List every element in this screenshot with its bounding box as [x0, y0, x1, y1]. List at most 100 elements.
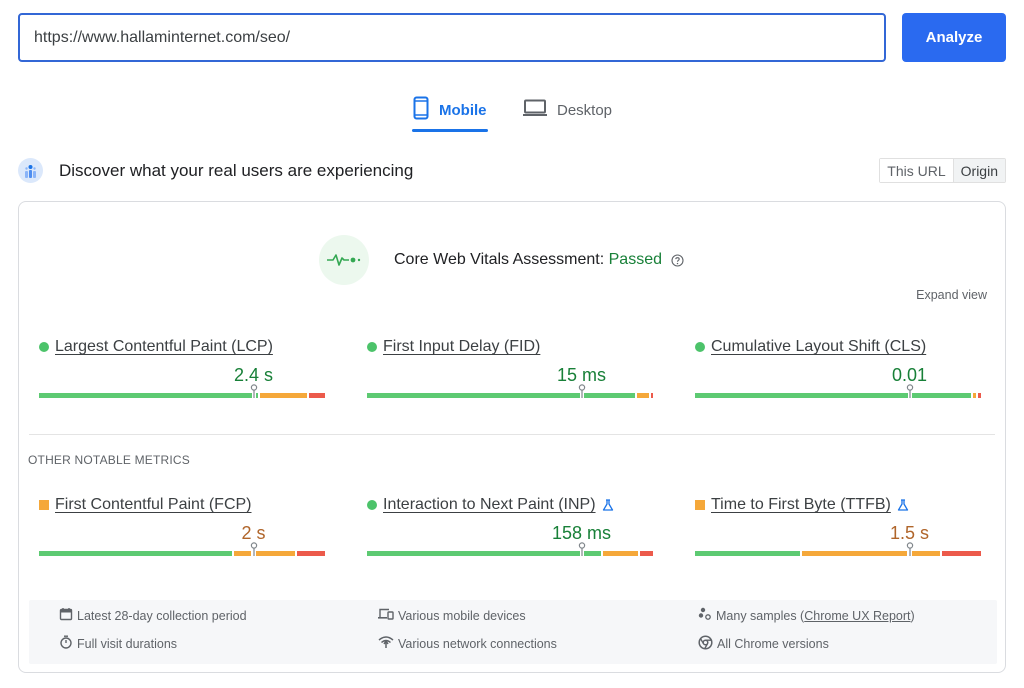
- bar-segment-poor: [308, 393, 325, 398]
- pulse-icon: [319, 235, 369, 285]
- bar-segment-needs-improvement: [260, 393, 307, 398]
- bar-segment-needs-improvement: [255, 551, 296, 556]
- expand-view-link[interactable]: Expand view: [916, 288, 987, 302]
- info-chrome-versions: All Chrome versions: [698, 635, 829, 653]
- metric-fcp: First Contentful Paint (FCP) 2 s: [39, 495, 325, 575]
- bar-segment-poor: [651, 393, 653, 398]
- stopwatch-icon: [59, 635, 73, 652]
- metric-label-row: First Contentful Paint (FCP): [39, 495, 252, 515]
- metric-name-link[interactable]: First Input Delay (FID): [383, 338, 540, 356]
- average-square-icon: [695, 500, 705, 510]
- url-input[interactable]: [18, 13, 886, 62]
- bar-segment-poor: [639, 551, 653, 556]
- bar-segment-poor: [977, 393, 981, 398]
- good-dot-icon: [367, 500, 377, 510]
- percentile-marker-icon: [906, 542, 913, 556]
- metric-value: 1.5 s: [889, 523, 930, 543]
- chrome-icon: [698, 635, 713, 653]
- info-text: Full visit durations: [77, 636, 178, 651]
- bar-segment-good: [911, 393, 972, 398]
- bar-segment-poor: [941, 551, 981, 556]
- metric-label-row: Cumulative Layout Shift (CLS): [695, 337, 926, 357]
- metric-name-link[interactable]: Largest Contentful Paint (LCP): [55, 338, 273, 356]
- cwv-assessment-status: Passed: [608, 251, 662, 268]
- percentile-marker-icon: [578, 542, 585, 556]
- toggle-origin[interactable]: Origin: [952, 159, 1005, 182]
- bar-segment-needs-improvement: [602, 551, 638, 556]
- metric-lcp: Largest Contentful Paint (LCP) 2.4 s: [39, 337, 325, 417]
- bar-segment-good: [583, 551, 601, 556]
- metric-value: 15 ms: [556, 365, 607, 385]
- distribution-bar: [695, 384, 981, 398]
- percentile-marker-icon: [250, 542, 257, 556]
- tab-mobile-label: Mobile: [439, 101, 487, 119]
- bar-segment-good: [695, 551, 800, 556]
- url-form: Analyze: [18, 13, 1006, 62]
- metric-name-link[interactable]: Time to First Byte (TTFB): [711, 496, 891, 514]
- distribution-bar: [39, 384, 325, 398]
- metric-inp: Interaction to Next Paint (INP) 158 ms: [367, 495, 653, 575]
- bar-segment-needs-improvement: [636, 393, 650, 398]
- bar-segment-needs-improvement: [973, 393, 976, 398]
- section-divider: [29, 434, 995, 435]
- bar-segment-good: [367, 393, 580, 398]
- scope-toggle: This URL Origin: [879, 158, 1006, 183]
- info-collection-period: Latest 28-day collection period: [59, 607, 247, 624]
- good-dot-icon: [39, 342, 49, 352]
- cwv-assessment: Core Web Vitals Assessment: Passed: [319, 235, 684, 285]
- collection-info: Latest 28-day collection period Full vis…: [29, 600, 997, 664]
- field-data-header: Discover what your real users are experi…: [18, 156, 1006, 186]
- info-samples: Many samples (Chrome UX Report): [698, 607, 915, 624]
- metric-value: 0.01: [891, 365, 928, 385]
- device-tabs: Mobile Desktop: [0, 88, 1024, 134]
- smartphone-icon: [413, 96, 429, 124]
- distribution-bar: [695, 542, 981, 556]
- section-title: Discover what your real users are experi…: [59, 161, 414, 180]
- chrome-ux-report-link[interactable]: Chrome UX Report: [804, 609, 910, 623]
- bar-segment-good: [367, 551, 580, 556]
- cwv-assessment-label: Core Web Vitals Assessment:: [394, 251, 605, 268]
- info-text: Latest 28-day collection period: [77, 608, 247, 623]
- good-dot-icon: [367, 342, 377, 352]
- samples-icon: [698, 607, 712, 624]
- bar-segment-good: [39, 551, 233, 556]
- bar-segment-good: [695, 393, 908, 398]
- toggle-this-url[interactable]: This URL: [880, 159, 953, 182]
- other-metrics-title: OTHER NOTABLE METRICS: [28, 453, 190, 467]
- cwv-assessment-text: Core Web Vitals Assessment: Passed: [394, 251, 662, 269]
- experimental-flask-icon: [602, 499, 614, 511]
- tab-desktop[interactable]: Desktop: [523, 88, 612, 132]
- metric-label-row: Interaction to Next Paint (INP): [367, 495, 614, 515]
- info-text: Various network connections: [398, 636, 557, 651]
- metric-cls: Cumulative Layout Shift (CLS) 0.01: [695, 337, 981, 417]
- info-text: Many samples (Chrome UX Report): [716, 609, 915, 623]
- info-visit-durations: Full visit durations: [59, 635, 177, 652]
- average-square-icon: [39, 500, 49, 510]
- samples-prefix: Many samples (: [716, 608, 805, 623]
- metric-value: 158 ms: [551, 523, 612, 543]
- distribution-bar: [39, 542, 325, 556]
- samples-suffix: ): [910, 608, 915, 623]
- metric-name-link[interactable]: Interaction to Next Paint (INP): [383, 496, 596, 514]
- metric-label-row: Time to First Byte (TTFB): [695, 495, 909, 515]
- metric-value: 2.4 s: [233, 365, 274, 385]
- wifi-icon: [378, 635, 394, 652]
- field-data-card: Core Web Vitals Assessment: Passed Expan…: [18, 201, 1006, 673]
- info-devices: Various mobile devices: [378, 607, 526, 624]
- distribution-bar: [367, 542, 653, 556]
- active-tab-indicator: [412, 129, 488, 132]
- bar-segment-needs-improvement: [911, 551, 940, 556]
- tab-mobile[interactable]: Mobile: [413, 88, 487, 132]
- info-text: Various mobile devices: [398, 608, 526, 623]
- bar-segment-needs-improvement: [801, 551, 908, 556]
- metric-name-link[interactable]: First Contentful Paint (FCP): [55, 496, 252, 514]
- experimental-flask-icon: [897, 499, 909, 511]
- tab-desktop-label: Desktop: [557, 101, 613, 119]
- metric-name-link[interactable]: Cumulative Layout Shift (CLS): [711, 338, 926, 356]
- laptop-icon: [523, 99, 547, 121]
- bar-segment-good: [39, 393, 252, 398]
- analyze-button[interactable]: Analyze: [902, 13, 1006, 62]
- percentile-marker-icon: [250, 384, 257, 398]
- info-text: All Chrome versions: [717, 637, 829, 651]
- help-icon[interactable]: [671, 253, 684, 267]
